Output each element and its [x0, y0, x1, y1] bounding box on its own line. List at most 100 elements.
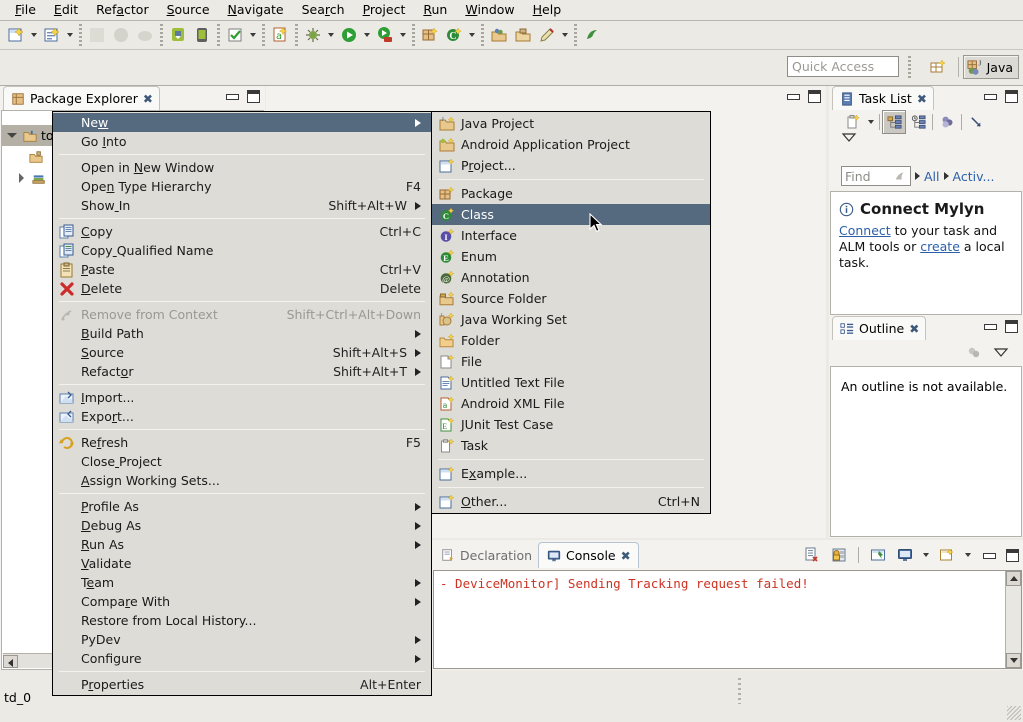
tab-declaration[interactable]: Declaration: [435, 543, 538, 567]
lock-scroll-icon[interactable]: [827, 543, 851, 567]
close-icon[interactable]: ✖: [621, 549, 631, 563]
new-menu-item-java-project[interactable]: J Java Project: [432, 113, 710, 134]
check-icon[interactable]: [223, 23, 247, 47]
context-menu-item-properties[interactable]: Properties Alt+Enter: [53, 675, 431, 694]
close-icon[interactable]: ✖: [909, 322, 919, 336]
menu-navigate[interactable]: Navigate: [219, 1, 293, 20]
context-menu-item-copy-qualified-name[interactable]: Copy Qualified Name: [53, 241, 431, 260]
sort-icon[interactable]: [967, 346, 983, 360]
debug-icon[interactable]: [301, 23, 325, 47]
tab-task-list[interactable]: Task List ✖: [832, 86, 934, 110]
filter-active-link[interactable]: Activ...: [953, 169, 995, 184]
new-menu-item-annotation[interactable]: @ Annotation: [432, 267, 710, 288]
context-menu-item-profile-as[interactable]: Profile As: [53, 497, 431, 516]
maximize-button[interactable]: [1005, 90, 1018, 103]
annotate-dropdown-icon[interactable]: [559, 23, 571, 47]
menu-window[interactable]: Window: [456, 1, 523, 20]
view-menu-icon[interactable]: [841, 132, 857, 146]
menu-edit[interactable]: Edit: [45, 1, 87, 20]
run-icon[interactable]: [337, 23, 361, 47]
resize-grip[interactable]: [1007, 706, 1021, 720]
find-input[interactable]: Find: [841, 166, 911, 186]
context-menu-item-export[interactable]: Export...: [53, 407, 431, 426]
new-menu-item-file[interactable]: File: [432, 351, 710, 372]
context-menu-item-configure[interactable]: Configure: [53, 649, 431, 668]
create-link[interactable]: create: [920, 239, 960, 254]
display-console-icon[interactable]: [893, 543, 917, 567]
new-menu-item-interface[interactable]: I Interface: [432, 225, 710, 246]
new-wizard-dropdown-icon[interactable]: [28, 23, 40, 47]
minimize-button[interactable]: [983, 90, 997, 103]
context-menu-item-build-path[interactable]: Build Path: [53, 324, 431, 343]
new-java-class-icon[interactable]: [40, 23, 64, 47]
open-console-dropdown-icon[interactable]: [962, 543, 974, 567]
new-menu-item-package[interactable]: Package: [432, 183, 710, 204]
minimize-button[interactable]: [982, 549, 996, 562]
context-menu-item-show-in[interactable]: Show In Shift+Alt+W: [53, 196, 431, 215]
new-menu-item-java-working-set[interactable]: J Java Working Set: [432, 309, 710, 330]
close-icon[interactable]: ✖: [143, 92, 153, 106]
open-console-icon[interactable]: [935, 543, 959, 567]
context-menu-item-copy[interactable]: Copy Ctrl+C: [53, 222, 431, 241]
context-menu-item-run-as[interactable]: Run As: [53, 535, 431, 554]
new-menu-item-project[interactable]: Project...: [432, 155, 710, 176]
context-menu-item-import[interactable]: Import...: [53, 388, 431, 407]
menu-source[interactable]: Source: [158, 1, 219, 20]
new-package-icon[interactable]: [418, 23, 442, 47]
menu-help[interactable]: Help: [524, 1, 571, 20]
console-output-area[interactable]: - DeviceMonitor] Sending Tracking reques…: [433, 570, 1022, 669]
context-menu-item-assign-working-sets[interactable]: Assign Working Sets...: [53, 471, 431, 490]
scroll-left-button[interactable]: [3, 654, 18, 668]
new-class-icon[interactable]: C: [442, 23, 466, 47]
check-dropdown-icon[interactable]: [247, 23, 259, 47]
context-menu-item-source[interactable]: Source Shift+Alt+S: [53, 343, 431, 362]
debug-dropdown-icon[interactable]: [325, 23, 337, 47]
annotate-icon[interactable]: [535, 23, 559, 47]
maximize-button[interactable]: [808, 90, 821, 103]
new-menu-item-android-application-project[interactable]: Android Application Project: [432, 134, 710, 155]
context-menu-item-close-project[interactable]: Close Project: [53, 452, 431, 471]
open-perspective-icon[interactable]: [925, 56, 951, 78]
context-menu-item-debug-as[interactable]: Debug As: [53, 516, 431, 535]
perspective-java-button[interactable]: J Java: [962, 55, 1019, 79]
android-sdk-manager-icon[interactable]: [166, 23, 190, 47]
context-menu-item-delete[interactable]: Delete Delete: [53, 279, 431, 298]
run-dropdown-icon[interactable]: [361, 23, 373, 47]
context-menu-item-refactor[interactable]: Refactor Shift+Alt+T: [53, 362, 431, 381]
scroll-up-button[interactable]: [1006, 571, 1021, 586]
new-android-xml-icon[interactable]: a: [268, 23, 292, 47]
scheduled-view-icon[interactable]: [906, 110, 930, 134]
open-type-icon[interactable]: [487, 23, 511, 47]
new-menu-item-task[interactable]: Task: [432, 435, 710, 456]
new-task-dropdown-icon[interactable]: [865, 110, 877, 134]
new-java-class-dropdown-icon[interactable]: [64, 23, 76, 47]
display-console-dropdown-icon[interactable]: [920, 543, 932, 567]
new-task-icon[interactable]: [841, 110, 865, 134]
open-task-icon[interactable]: [511, 23, 535, 47]
console-vertical-scrollbar[interactable]: [1005, 571, 1021, 668]
collapse-icon[interactable]: [964, 110, 988, 134]
quick-access-input[interactable]: Quick Access: [787, 56, 899, 77]
tab-package-explorer[interactable]: Package Explorer ✖: [3, 86, 160, 110]
pydev-icon[interactable]: [580, 23, 604, 47]
connect-link[interactable]: Connect: [839, 223, 891, 238]
view-menu-icon[interactable]: [993, 347, 1009, 359]
chevron-down-icon[interactable]: [6, 129, 19, 142]
pin-console-icon[interactable]: [866, 543, 890, 567]
maximize-button[interactable]: [247, 90, 260, 103]
new-menu-item-enum[interactable]: E Enum: [432, 246, 710, 267]
context-menu-item-compare-with[interactable]: Compare With: [53, 592, 431, 611]
new-menu-item-source-folder[interactable]: Source Folder: [432, 288, 710, 309]
new-menu-item-android-xml-file[interactable]: a Android XML File: [432, 393, 710, 414]
context-menu-item-open-type-hierarchy[interactable]: Open Type Hierarchy F4: [53, 177, 431, 196]
clear-console-icon[interactable]: [800, 543, 824, 567]
context-menu-item-restore-from-local-history[interactable]: Restore from Local History...: [53, 611, 431, 630]
maximize-button[interactable]: [1006, 548, 1019, 562]
new-wizard-icon[interactable]: [4, 23, 28, 47]
new-menu-item-untitled-text-file[interactable]: Untitled Text File: [432, 372, 710, 393]
context-menu-item-validate[interactable]: Validate: [53, 554, 431, 573]
chevron-right-icon[interactable]: [15, 171, 28, 184]
categorized-view-icon[interactable]: [882, 110, 906, 134]
scroll-down-button[interactable]: [1006, 653, 1021, 668]
minimize-button[interactable]: [983, 320, 997, 333]
